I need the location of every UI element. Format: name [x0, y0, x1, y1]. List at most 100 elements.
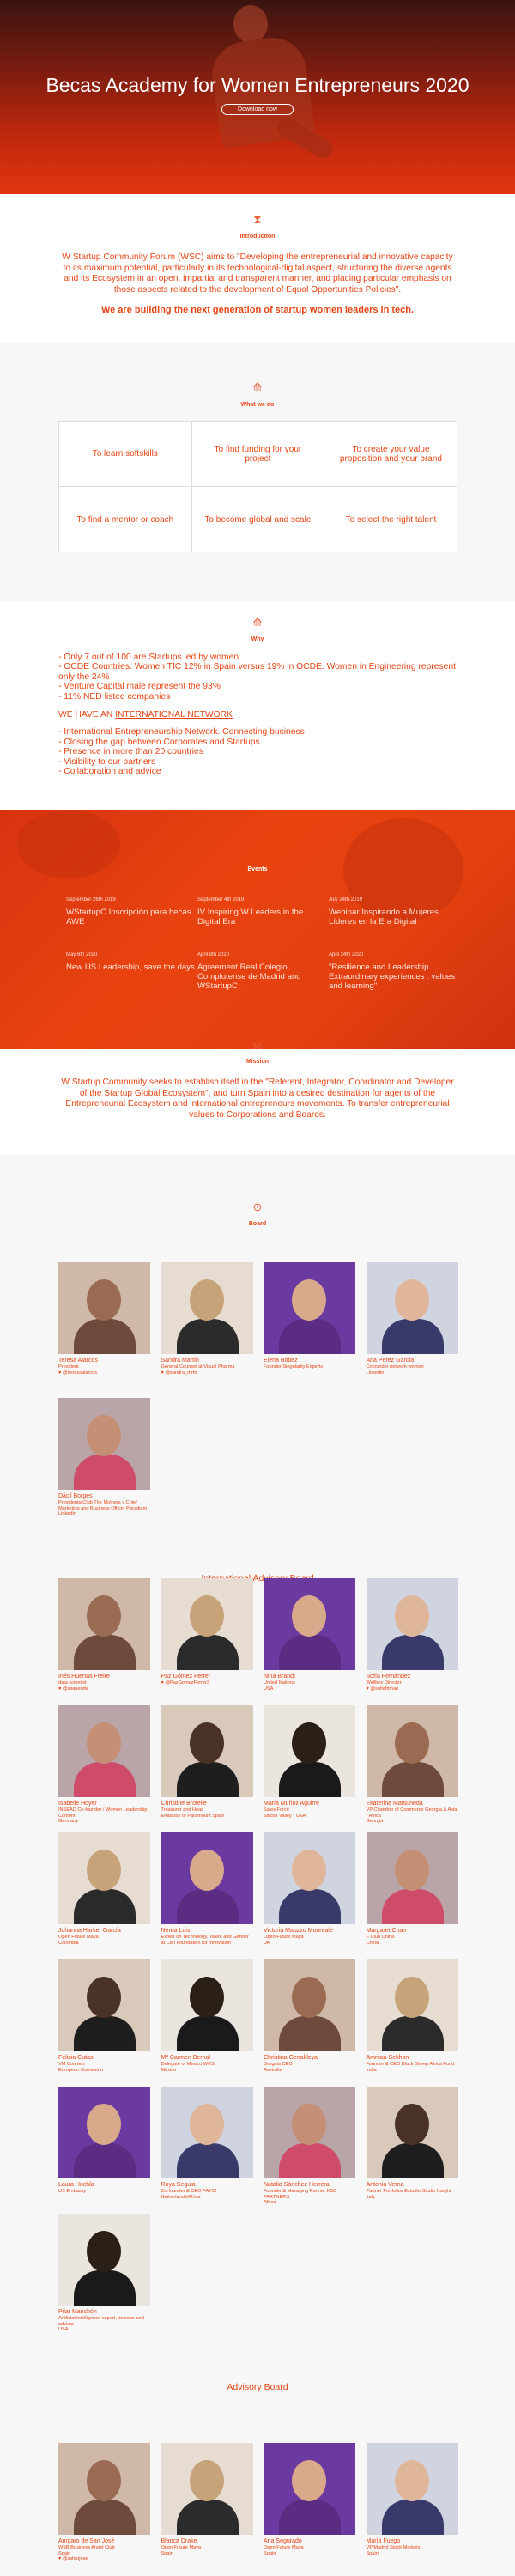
member-role: Presidenta Club The Mothers y Chief Mark… [58, 1500, 148, 1517]
intl-member-card[interactable]: Christina Genakleya Oorgaia CEO Australia [264, 1959, 355, 2073]
member-name: Paz Gómez Ferrer [161, 1674, 211, 1680]
intl-member-card[interactable]: Christine Brotelle Treasurer and Head Emb… [161, 1705, 253, 1819]
member-role: VM Connect European Comission [58, 2062, 103, 2073]
hero-title: Becas Academy for Women Entrepreneurs 20… [45, 74, 470, 96]
intl-member-card[interactable]: Mª Carmen Bernal Delegate of Mexico WES M… [161, 1959, 253, 2073]
member-role: Open Future Maya Spain [161, 2545, 202, 2556]
member-name: Victoria Mauzzo Monreale [264, 1928, 333, 1934]
member-photo [161, 2443, 253, 2535]
member-name: Laura Hochla [58, 2182, 94, 2188]
whatwedo-item: To become global and scale [191, 487, 325, 552]
member-name: Blanca Drake [161, 2538, 197, 2544]
advisory-member-card[interactable]: Ana Segurado Open Future Maya Spain [264, 2443, 355, 2556]
member-photo [58, 2214, 150, 2306]
intl-member-card[interactable]: Margaret Chan F Club China China [366, 1832, 458, 1946]
intl-member-card[interactable]: Isabelle Hoyer INSEAD Co-founder / Women … [58, 1705, 150, 1825]
member-name: Sofía Fernández [366, 1674, 411, 1680]
event-date: September 4th 2019 [197, 897, 245, 902]
board-member-card[interactable]: Teresa Alarcos President ♥ @tenessalarcos [58, 1262, 150, 1376]
events-title: Events [247, 866, 268, 872]
whatwedo-title: What we do [240, 402, 275, 408]
event-card[interactable]: September 26th 2019 WStartupC Inscripció… [66, 897, 195, 927]
international-network-link[interactable]: INTERNATIONAL NETWORK [115, 710, 233, 720]
intl-member-card[interactable]: Paz Gómez Ferrer ♥ @PazGomezFerrer3 [161, 1578, 253, 1686]
member-role: INSEAD Co-founder / Women Leadership Con… [58, 1807, 148, 1825]
intl-member-card[interactable]: Sofía Fernández Wellbox Director ♥ @sofia… [366, 1578, 458, 1692]
member-role: Co-founder & CEO PAYCI Netherlands/Afric… [161, 2189, 216, 2200]
member-role: President ♥ @tenessalarcos [58, 1364, 98, 1376]
event-date: July 24th 2019 [329, 897, 363, 902]
member-name: Christine Brotelle [161, 1801, 207, 1807]
member-role: Open Future Maya Spain [264, 2545, 304, 2556]
member-photo [366, 2443, 458, 2535]
event-card[interactable]: April 8th 2020 Agreement Real Colegio Co… [197, 952, 326, 991]
member-photo [161, 1262, 253, 1354]
board-member-card[interactable]: Dácil Borges Presidenta Club The Mothers … [58, 1398, 150, 1517]
mission-title: Mission [245, 1059, 270, 1065]
member-photo [58, 2443, 150, 2535]
event-card[interactable]: July 24th 2019 Webinar Inspirando a Muje… [329, 897, 457, 927]
member-name: Isabelle Hoyer [58, 1801, 97, 1807]
intl-member-card[interactable]: Roya Seguia Co-founder & CEO PAYCI Nether… [161, 2087, 253, 2200]
member-role: VP Chamber of Commerce Georgia & Asia - … [366, 1807, 457, 1825]
member-photo [161, 2087, 253, 2178]
member-name: Ekaterina Matsuneda [366, 1801, 423, 1807]
introduction-highlight: We are building the next generation of s… [100, 305, 415, 315]
whatwedo-grid: To learn softskills To find funding for … [58, 421, 457, 552]
member-photo [264, 1959, 355, 2051]
event-card[interactable]: May 6th 2020 New US Leadership, save the… [66, 952, 195, 972]
member-name: Ana Pérez García [366, 1358, 415, 1364]
member-role: Cofounder network-women Linkedin [366, 1364, 424, 1376]
member-photo [264, 1262, 355, 1354]
network-line: - International Entrepreneurship Network… [58, 727, 305, 738]
intl-member-card[interactable]: Pilar Manchón Artificial intelligence exp… [58, 2214, 150, 2333]
member-photo [264, 1832, 355, 1924]
member-role: data scientist ♥ @ssaneride [58, 1680, 88, 1692]
board-member-card[interactable]: Sandra Martín General Counsel at Visual P… [161, 1262, 253, 1376]
member-role: WSB Business Angel Club Spain ♥ @sshrojo… [58, 2545, 115, 2562]
event-date: April 8th 2020 [197, 952, 230, 957]
member-photo [58, 1959, 150, 2051]
member-photo [58, 1705, 150, 1797]
member-role: Expert on Technology, Talent and Gender … [161, 1935, 249, 1946]
intl-member-card[interactable]: Nerea Luis Expert on Technology, Talent a… [161, 1832, 253, 1946]
event-title: IV Inspiring W Leaders in the Digital Er… [197, 908, 304, 927]
member-photo [161, 1578, 253, 1670]
network-line: - Collaboration and advice [58, 767, 161, 777]
intl-member-card[interactable]: Nina Brandt United Nations USA [264, 1578, 355, 1692]
intl-member-card[interactable]: Amritaa Sekhon Founder & CEO Black Sheep … [366, 1959, 458, 2073]
member-role: Wellbox Director ♥ @sofiafdman [366, 1680, 402, 1692]
member-photo [58, 1832, 150, 1924]
hero-image [180, 0, 343, 194]
member-name: Ana Segurado [264, 2538, 302, 2544]
event-card[interactable]: September 4th 2019 IV Inspiring W Leader… [197, 897, 326, 927]
intl-member-card[interactable]: Antonia Verna Partner Portfolios Estudio … [366, 2087, 458, 2200]
intl-member-card[interactable]: Victoria Mauzzo Monreale Open Future Maya… [264, 1832, 355, 1946]
member-photo [58, 1262, 150, 1354]
advisory-member-card[interactable]: Blanca Drake Open Future Maya Spain [161, 2443, 253, 2556]
member-role: United Nations USA [264, 1680, 295, 1692]
advisory-member-card[interactable]: Amparo de San José WSB Business Angel Clu… [58, 2443, 150, 2562]
member-name: Johanna Harker García [58, 1928, 121, 1934]
member-name: Sandra Martín [161, 1358, 199, 1364]
member-role: US Embassy [58, 2189, 87, 2194]
why-icon: ⟰ [252, 616, 263, 629]
download-button[interactable]: Download now [221, 104, 294, 115]
intl-member-card[interactable]: Laura Hochla US Embassy [58, 2087, 150, 2195]
member-role: Treasurer and Head Embassy of Paramount … [161, 1807, 225, 1819]
board-member-card[interactable]: Ana Pérez García Cofounder network-women … [366, 1262, 458, 1376]
member-photo [366, 1262, 458, 1354]
intl-member-card[interactable]: Inés Huertas Freire data scientist ♥ @ssa… [58, 1578, 150, 1692]
board-member-card[interactable]: Elena Bóbez Founder Singularity Experts [264, 1262, 355, 1370]
intl-member-card[interactable]: Natalia Sánchez Herrera Founder & Managin… [264, 2087, 355, 2206]
introduction-icon: ⧗ [253, 213, 262, 226]
intl-member-card[interactable]: Johanna Harker García Open Future Maya Co… [58, 1832, 150, 1946]
intl-member-card[interactable]: Felicia Cutas VM Connect European Comissi… [58, 1959, 150, 2073]
event-card[interactable]: April 24th 2020 "Resilience and Leadersh… [329, 952, 457, 991]
member-name: Inés Huertas Freire [58, 1674, 110, 1680]
intl-member-card[interactable]: María Muñoz Aguirre Sales Force Silicon V… [264, 1705, 355, 1819]
mission-text: W Startup Community seeks to establish i… [61, 1078, 454, 1120]
introduction-title: Introduction [239, 234, 276, 240]
advisory-member-card[interactable]: María Fuego VP Madrid Stock Markets Spain [366, 2443, 458, 2556]
intl-member-card[interactable]: Ekaterina Matsuneda VP Chamber of Commerc… [366, 1705, 458, 1825]
